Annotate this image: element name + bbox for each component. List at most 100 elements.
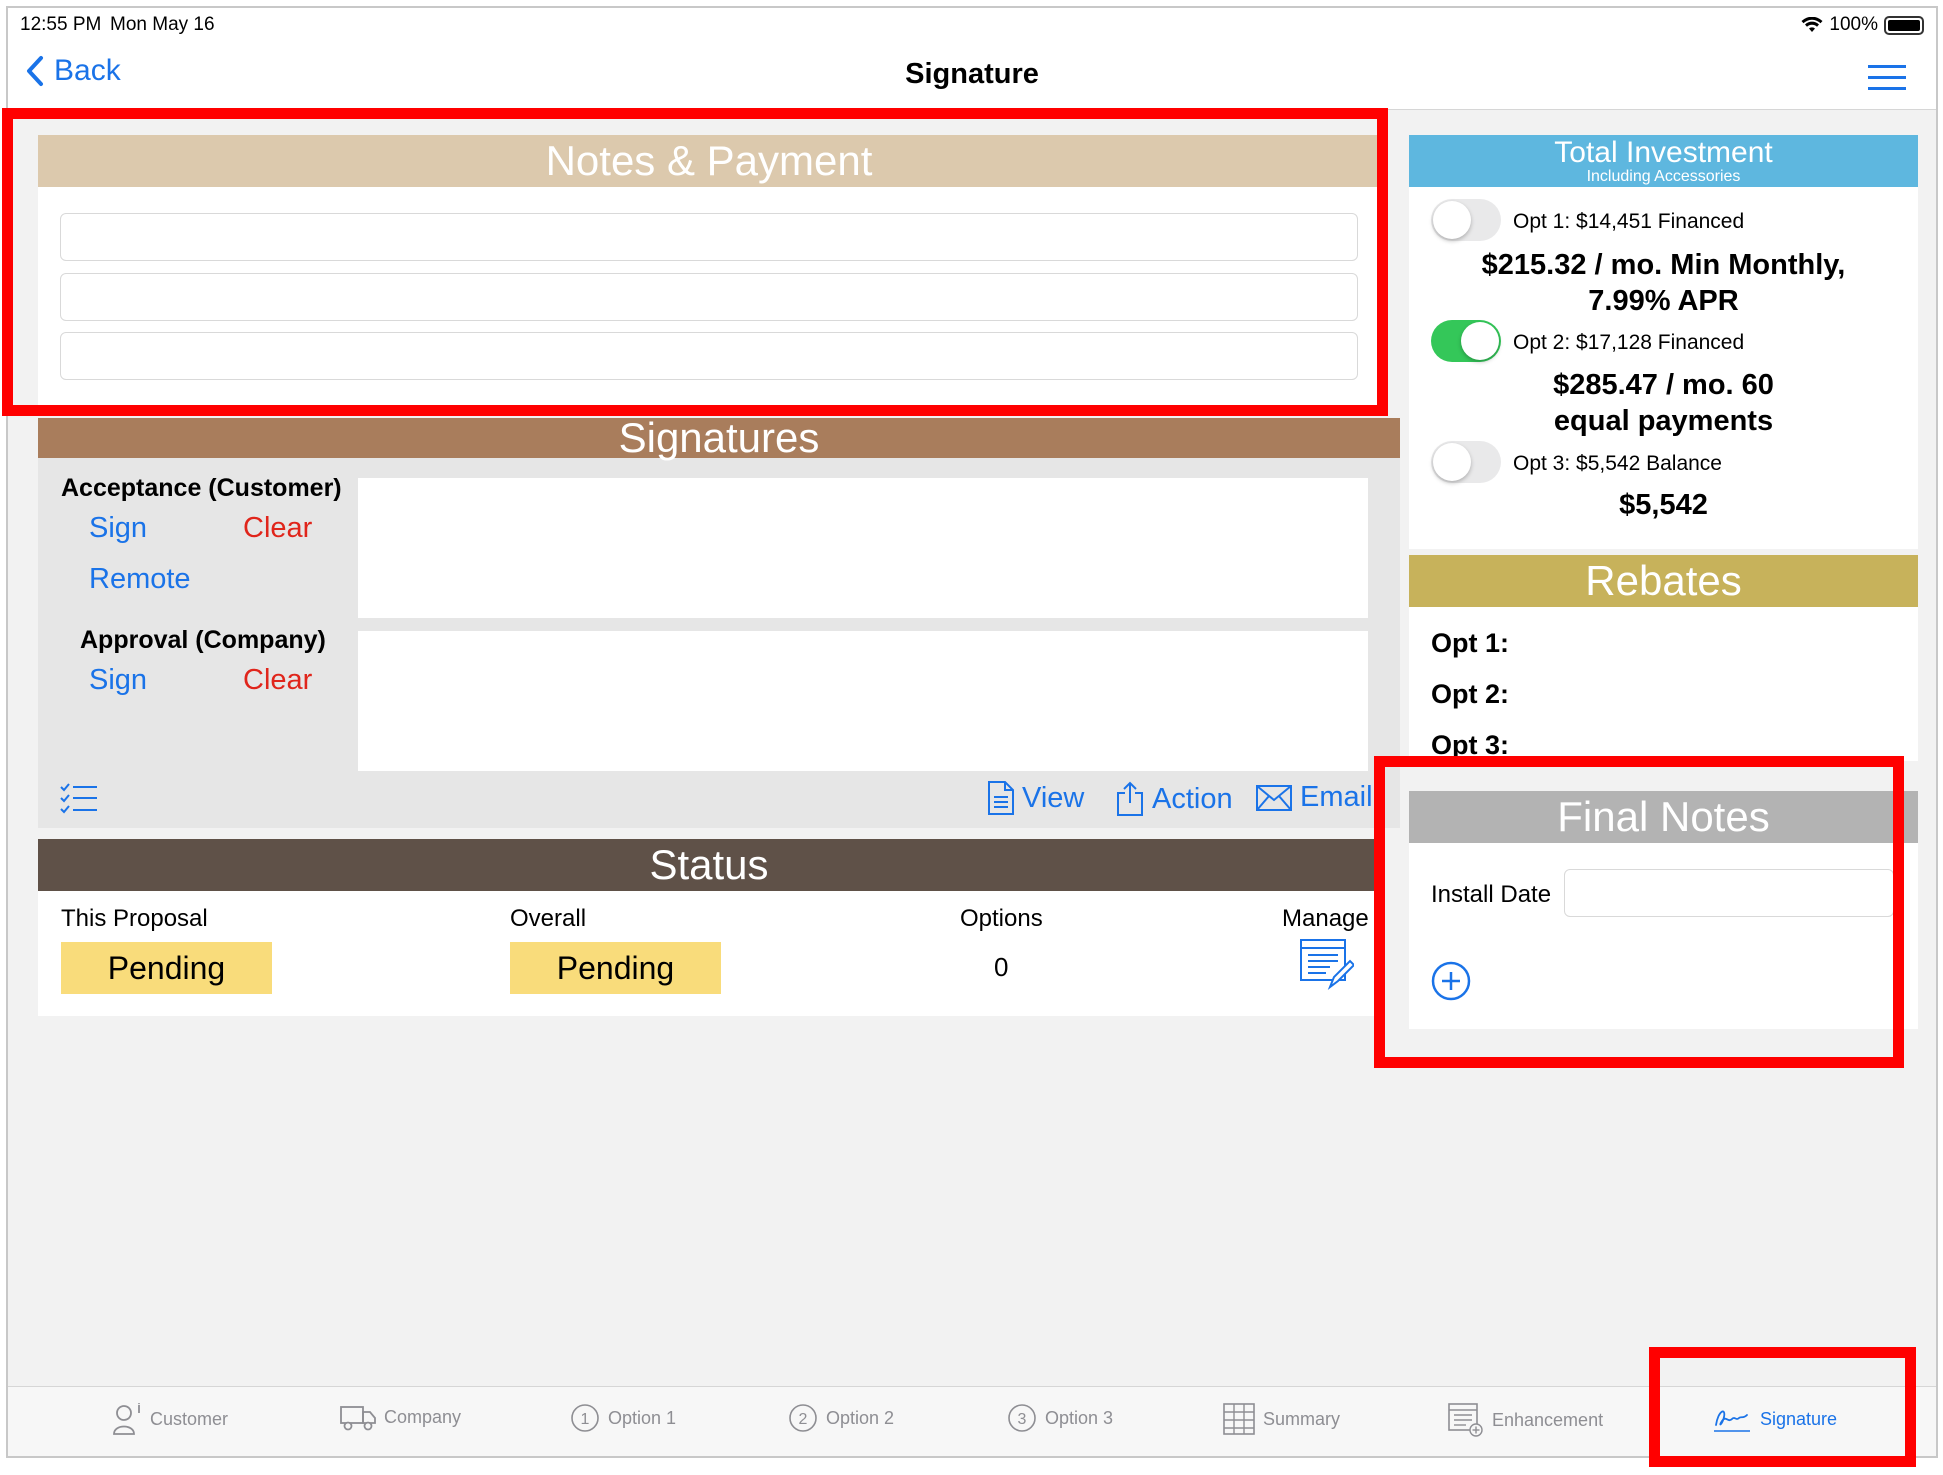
rebates-header: Rebates — [1409, 555, 1918, 607]
acceptance-label: Acceptance (Customer) — [61, 474, 342, 502]
option-1-amount: $215.32 / mo. Min Monthly, 7.99% APR — [1409, 247, 1918, 319]
rebate-opt-3: Opt 3: — [1431, 730, 1509, 760]
final-notes-header: Final Notes — [1409, 791, 1918, 843]
notes-payment-panel: Notes & Payment — [38, 135, 1380, 405]
option-3-label: Opt 3: $5,542 Balance — [1513, 452, 1722, 475]
tab-option-1-label: Option 1 — [608, 1407, 677, 1428]
email-label: Email — [1300, 781, 1373, 813]
option-2-label: Opt 2: $17,128 Financed — [1513, 331, 1745, 354]
investment-title: Total Investment — [1554, 136, 1773, 169]
option-3-amount: $5,542 — [1409, 487, 1918, 523]
approval-signature-box[interactable] — [358, 631, 1368, 771]
notes-field-1[interactable] — [60, 213, 1358, 261]
approval-sign-button[interactable]: Sign — [89, 664, 147, 697]
hamburger-menu-icon[interactable] — [1868, 64, 1906, 92]
acceptance-sign-button[interactable]: Sign — [89, 512, 147, 545]
option-2-amount-line1: $285.47 / mo. 60 — [1553, 369, 1774, 401]
signatures-header: Signatures — [38, 417, 1400, 459]
battery-percent: 100% — [1829, 14, 1878, 35]
option-1-label: Opt 1: $14,451 Financed — [1513, 210, 1745, 233]
email-button[interactable]: Email — [1256, 781, 1373, 814]
tab-option-2-label: Option 2 — [826, 1407, 895, 1428]
overall-status-badge: Pending — [510, 942, 721, 994]
tab-enhancement[interactable]: Enhancement — [1448, 1403, 1603, 1437]
tab-customer-label: Customer — [150, 1408, 229, 1429]
install-date-label: Install Date — [1431, 881, 1552, 908]
overall-label: Overall — [510, 905, 587, 932]
approval-label: Approval (Company) — [80, 626, 326, 654]
circle-1-icon: 1 — [571, 1404, 599, 1432]
remote-button[interactable]: Remote — [89, 563, 191, 596]
signatures-panel: Signatures Acceptance (Customer) Sign Cl… — [38, 417, 1400, 828]
option-3-toggle[interactable] — [1431, 441, 1501, 483]
rebates-panel: Rebates Opt 1: Opt 2: Opt 3: — [1409, 555, 1918, 761]
circle-3-icon: 3 — [1008, 1404, 1036, 1432]
tab-bar: Customer Company 1 Option 1 2 Option 2 3… — [8, 1386, 1936, 1456]
rebate-opt-1: Opt 1: — [1431, 628, 1509, 658]
checklist-icon[interactable] — [60, 783, 98, 815]
options-label: Options — [960, 905, 1043, 932]
svg-text:1: 1 — [581, 1411, 590, 1428]
battery-icon — [1884, 15, 1924, 35]
share-icon — [1117, 781, 1143, 816]
rebate-opt-2: Opt 2: — [1431, 679, 1509, 709]
app-frame: 12:55 PM Mon May 16 100% Back Signature — [6, 6, 1938, 1458]
notes-field-3[interactable] — [60, 332, 1358, 380]
truck-icon — [340, 1406, 376, 1431]
investment-subtitle: Including Accessories — [1586, 168, 1741, 185]
svg-text:3: 3 — [1018, 1411, 1027, 1428]
notes-field-2[interactable] — [60, 273, 1358, 321]
page-title: Signature — [905, 58, 1039, 90]
option-3-amount-line1: $5,542 — [1619, 489, 1708, 521]
option-2-toggle[interactable] — [1431, 320, 1501, 362]
status-bar: 12:55 PM Mon May 16 100% — [8, 8, 1936, 40]
status-header: Status — [38, 839, 1380, 891]
view-label: View — [1022, 781, 1085, 814]
summary-icon — [1223, 1403, 1255, 1435]
approval-clear-button[interactable]: Clear — [243, 664, 312, 697]
wifi-icon — [1801, 17, 1823, 32]
this-proposal-label: This Proposal — [61, 905, 208, 932]
envelope-icon — [1256, 784, 1292, 811]
option-2-amount-line2: equal payments — [1553, 405, 1774, 437]
signature-icon — [1714, 1410, 1750, 1432]
tab-signature[interactable]: Signature — [1712, 1403, 1837, 1435]
manage-icon[interactable] — [1300, 939, 1354, 991]
tab-customer[interactable]: Customer — [112, 1403, 228, 1435]
option-2-amount: $285.47 / mo. 60 equal payments — [1409, 367, 1918, 439]
view-button[interactable]: View — [988, 781, 1084, 815]
tab-option-1[interactable]: 1 Option 1 — [570, 1403, 676, 1433]
tab-summary-label: Summary — [1263, 1408, 1341, 1429]
person-icon — [113, 1403, 140, 1435]
notes-payment-header: Notes & Payment — [38, 135, 1380, 187]
circle-2-icon: 2 — [789, 1404, 817, 1432]
options-count: 0 — [994, 952, 1009, 982]
add-note-icon[interactable] — [1431, 961, 1471, 1001]
tab-summary[interactable]: Summary — [1223, 1403, 1340, 1435]
install-date-input[interactable] — [1564, 869, 1894, 917]
nav-bar: Back Signature — [8, 40, 1936, 110]
acceptance-clear-button[interactable]: Clear — [243, 512, 312, 545]
manage-label: Manage — [1282, 905, 1369, 932]
tab-company[interactable]: Company — [340, 1403, 461, 1431]
status-panel: Status This Proposal Overall Options Man… — [38, 839, 1380, 1016]
status-time: 12:55 PM — [20, 14, 102, 35]
tab-enhancement-label: Enhancement — [1492, 1409, 1604, 1430]
action-label: Action — [1152, 782, 1233, 815]
tab-signature-label: Signature — [1760, 1408, 1838, 1429]
tab-option-3-label: Option 3 — [1045, 1407, 1114, 1428]
enhancement-icon — [1448, 1403, 1483, 1437]
acceptance-signature-box[interactable] — [358, 478, 1368, 618]
action-button[interactable]: Action — [1116, 781, 1233, 817]
svg-text:2: 2 — [799, 1411, 808, 1428]
status-date: Mon May 16 — [110, 14, 215, 35]
final-notes-panel: Final Notes Install Date — [1409, 791, 1918, 1029]
tab-option-2[interactable]: 2 Option 2 — [788, 1403, 894, 1433]
tab-option-3[interactable]: 3 Option 3 — [1007, 1403, 1113, 1433]
option-1-amount-line1: $215.32 / mo. Min Monthly, — [1481, 249, 1846, 281]
option-1-amount-line2: 7.99% APR — [1588, 285, 1739, 317]
document-icon — [988, 781, 1014, 815]
tab-company-label: Company — [384, 1406, 462, 1427]
total-investment-panel: Total Investment Including Accessories O… — [1409, 135, 1918, 549]
option-1-toggle[interactable] — [1431, 199, 1501, 241]
